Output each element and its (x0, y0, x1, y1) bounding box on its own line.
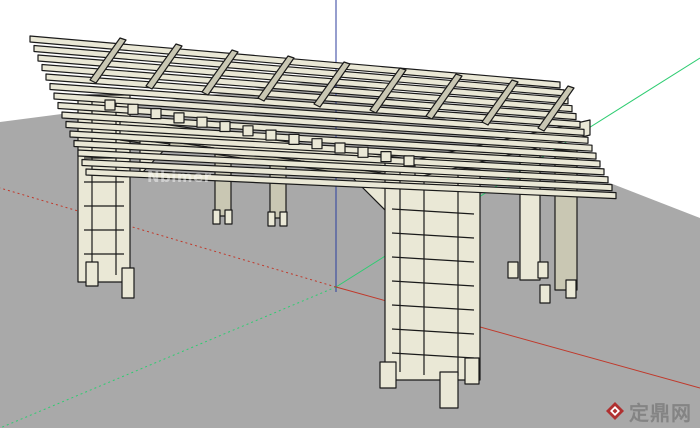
post-foot (507, 261, 519, 279)
watermark-text: Nbimer (147, 168, 212, 186)
brand-logo: 定鼎网 (605, 398, 692, 425)
post-foot (539, 284, 551, 304)
rafter-end (403, 155, 415, 167)
diamond-logo-icon (606, 402, 624, 420)
rafter-end (311, 138, 323, 150)
post-foot (85, 261, 99, 287)
post-foot (267, 211, 276, 227)
post-foot (537, 261, 549, 279)
post-foot (224, 209, 233, 225)
rafter-end (357, 146, 369, 158)
post-foot (439, 371, 459, 409)
post-foot (379, 361, 397, 389)
post-foot (565, 279, 577, 299)
rafter-end (127, 103, 139, 115)
rafter-end (288, 133, 300, 145)
3d-viewport[interactable]: Nbimer 定鼎网 (0, 0, 700, 428)
rafter-end (196, 116, 208, 128)
rafter-end (380, 151, 392, 163)
rafter-end (334, 142, 346, 154)
post-foot (464, 357, 480, 385)
right-front-post (384, 159, 481, 381)
rafter-end (265, 129, 277, 141)
post-foot (279, 211, 288, 227)
rafter-end (242, 125, 254, 137)
rafter-end (173, 112, 185, 124)
rafter-end (219, 120, 231, 133)
rafter-end (104, 99, 116, 111)
rafter-end (150, 107, 162, 120)
brand-text: 定鼎网 (629, 400, 692, 425)
post-foot (212, 209, 221, 225)
post-foot (121, 267, 135, 299)
sketchup-scene[interactable] (0, 0, 700, 428)
